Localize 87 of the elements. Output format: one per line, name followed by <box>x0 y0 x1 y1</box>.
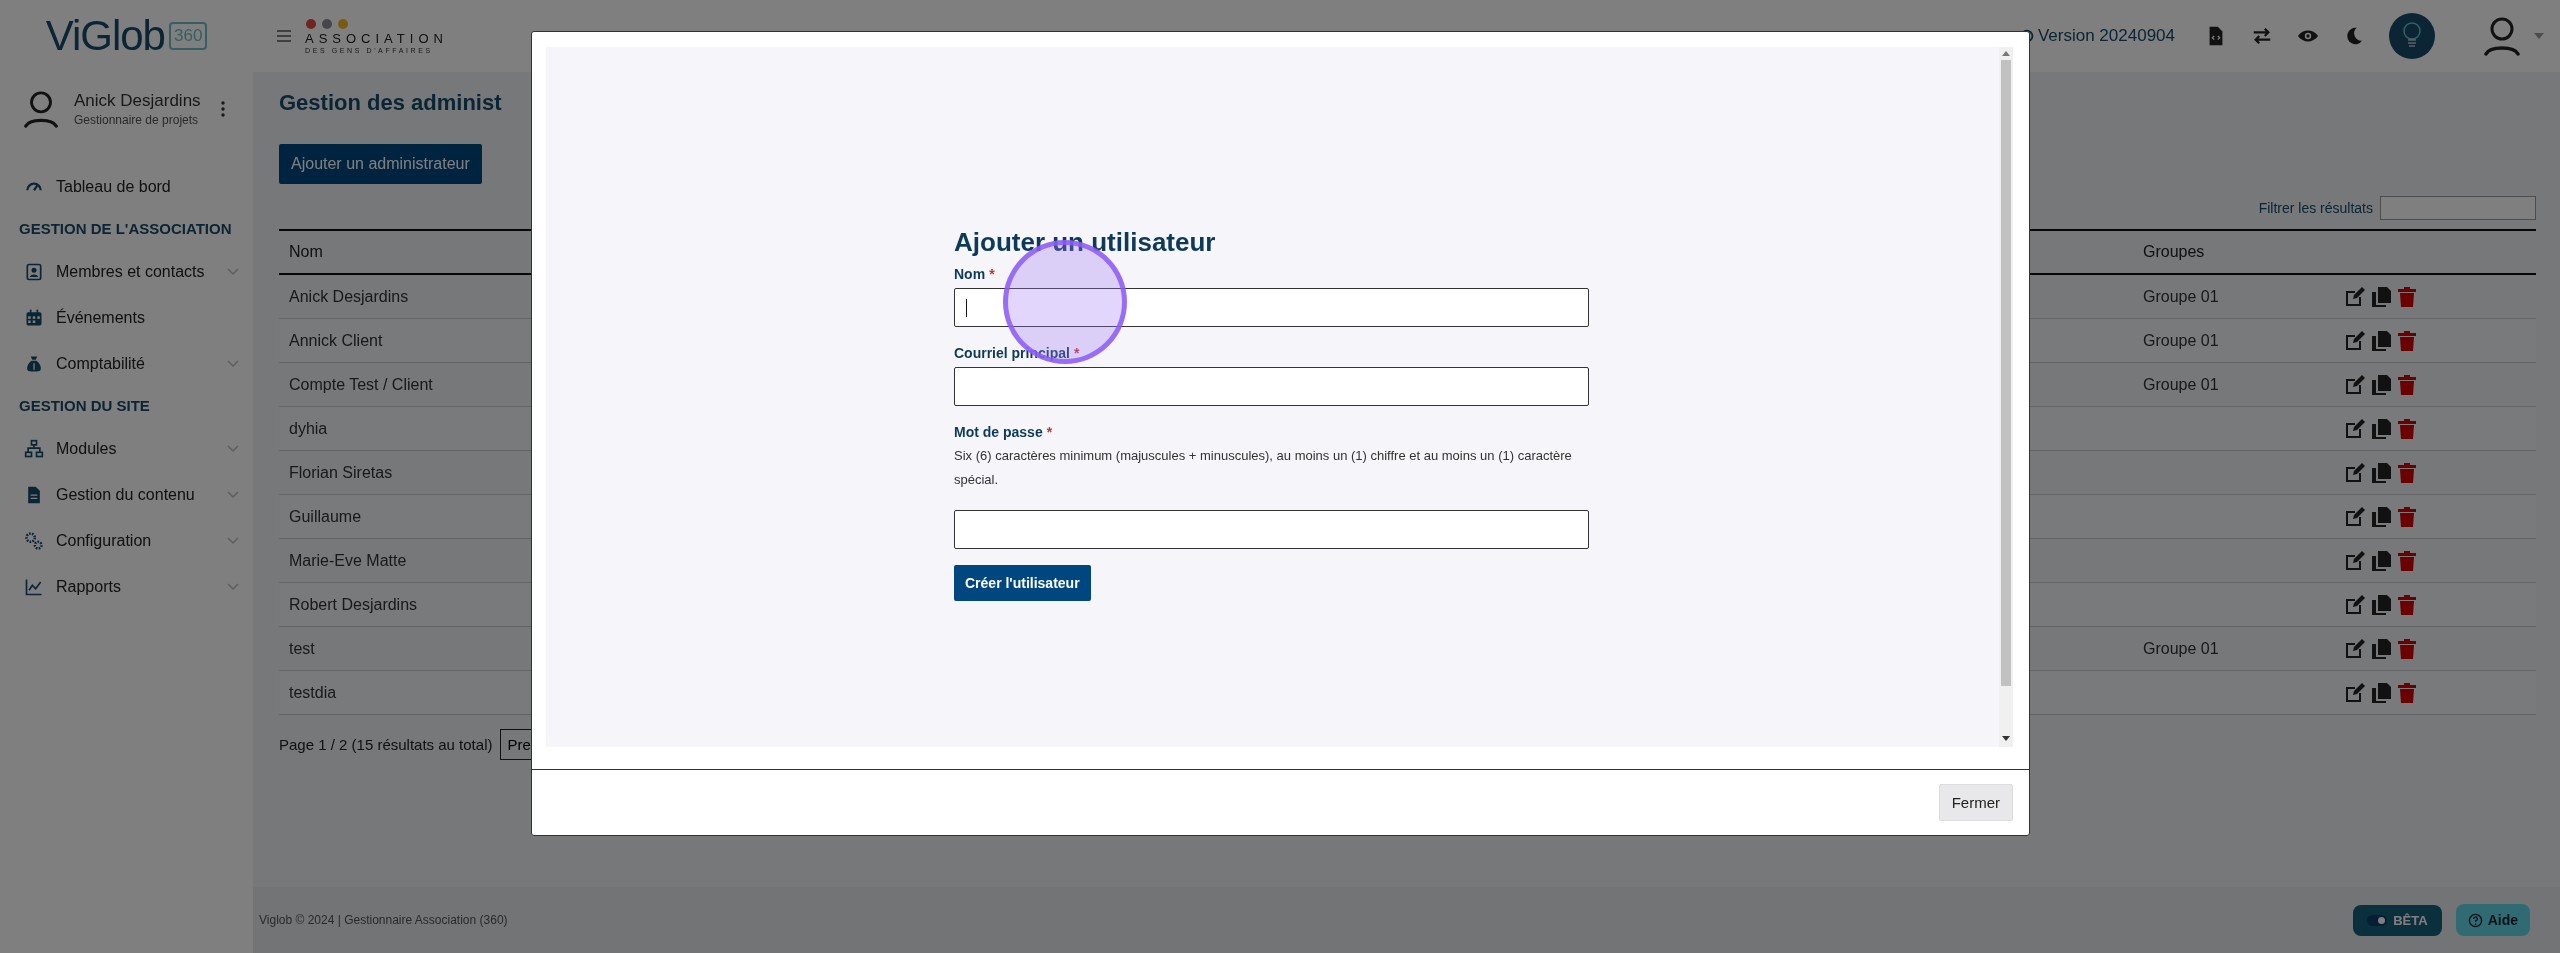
sidebar-item[interactable]: Comptabilité <box>0 341 253 387</box>
copy-icon[interactable] <box>2369 416 2393 441</box>
lightbulb-logo[interactable] <box>2389 13 2435 59</box>
table-cell: Groupe 01 <box>2133 318 2333 363</box>
version-label: Version 20240904 <box>2037 26 2175 46</box>
copy-icon[interactable] <box>2369 592 2393 617</box>
scroll-up-icon <box>2002 51 2010 56</box>
copy-icon[interactable] <box>2369 284 2393 309</box>
trash-icon[interactable] <box>2395 592 2419 617</box>
line-chart-icon <box>24 577 44 597</box>
trash-icon[interactable] <box>2395 504 2419 529</box>
copy-icon[interactable] <box>2369 372 2393 397</box>
contact-card-icon <box>24 262 44 282</box>
edit-icon[interactable] <box>2343 372 2367 397</box>
menu-icon <box>277 29 291 42</box>
scrollbar[interactable] <box>1999 47 2013 747</box>
edit-icon[interactable] <box>2343 460 2367 485</box>
sidebar-item[interactable]: Configuration <box>0 518 253 564</box>
viglob-logo-text: ViGlob <box>45 12 165 60</box>
page-title: Gestion des administ <box>279 90 503 116</box>
user-menu-button[interactable] <box>2482 16 2544 56</box>
user-avatar-icon <box>2482 16 2522 56</box>
trash-icon[interactable] <box>2395 460 2419 485</box>
edit-icon[interactable] <box>2343 636 2367 661</box>
pagination-summary: Page 1 / 2 (15 résultats au total) <box>279 736 493 753</box>
add-administrator-button[interactable]: Ajouter un administrateur <box>279 144 482 184</box>
modal-title: Ajouter un utilisateur <box>954 227 1217 258</box>
sidebar-item[interactable]: Membres et contacts <box>0 249 253 295</box>
edit-icon[interactable] <box>2343 416 2367 441</box>
help-button[interactable]: Aide <box>2455 904 2530 936</box>
user-name: Anick Desjardins <box>74 91 201 111</box>
sidebar-section-heading: GESTION DE L'ASSOCIATION <box>18 219 233 239</box>
close-button[interactable]: Fermer <box>1938 784 2013 821</box>
edit-icon[interactable] <box>2343 328 2367 353</box>
table-cell: Groupe 01 <box>2133 626 2333 671</box>
table-cell: Groupe 01 <box>2133 274 2333 319</box>
table-cell: Groupe 01 <box>2133 362 2333 407</box>
user-role: Gestionnaire de projets <box>74 113 200 127</box>
copyright-text: Viglob © 2024 | Gestionnaire Association (360) <box>259 913 508 927</box>
sidebar-section-heading: GESTION DU SITE <box>18 396 151 416</box>
toggle-switch[interactable] <box>2367 914 2388 926</box>
beta-toggle[interactable]: BÊTA <box>2353 904 2442 936</box>
copy-icon[interactable] <box>2369 460 2393 485</box>
caret-icon <box>2534 33 2544 39</box>
field-label: Mot de passe * <box>954 424 1053 440</box>
edit-icon[interactable] <box>2343 592 2367 617</box>
swap-arrows-icon <box>2251 25 2273 47</box>
sidebar-item[interactable]: Rapports <box>0 564 253 610</box>
copy-icon[interactable] <box>2369 636 2393 661</box>
column-header[interactable]: Groupes <box>2133 230 2333 274</box>
sidebar-item[interactable]: Événements <box>0 295 253 341</box>
input-field[interactable] <box>954 510 1589 549</box>
trash-icon[interactable] <box>2395 680 2419 705</box>
filter-field[interactable] <box>2380 196 2536 220</box>
trash-icon[interactable] <box>2395 284 2419 309</box>
create-user-button[interactable]: Créer l'utilisateur <box>954 565 1091 601</box>
edit-icon[interactable] <box>2343 284 2367 309</box>
trash-icon[interactable] <box>2395 548 2419 573</box>
copy-icon[interactable] <box>2369 680 2393 705</box>
user-avatar-icon <box>22 90 60 128</box>
copy-icon[interactable] <box>2369 328 2393 353</box>
calendar-icon <box>24 308 44 328</box>
help-circle-icon <box>2467 912 2483 928</box>
org-logo-title: ASSOCIATION <box>305 31 448 46</box>
input-field[interactable] <box>954 288 1589 327</box>
gears-icon <box>24 531 44 551</box>
input-field[interactable] <box>954 367 1589 406</box>
edit-icon[interactable] <box>2343 680 2367 705</box>
swap-arrows-button[interactable] <box>2251 25 2273 47</box>
trash-icon[interactable] <box>2395 328 2419 353</box>
copy-icon[interactable] <box>2369 548 2393 573</box>
logo-badge: 360 <box>168 22 208 50</box>
trash-icon[interactable] <box>2395 416 2419 441</box>
sidebar-item[interactable]: Modules <box>0 426 253 472</box>
copy-icon[interactable] <box>2369 504 2393 529</box>
sidebar-item[interactable]: Gestion du contenu <box>0 472 253 518</box>
edit-icon[interactable] <box>2343 548 2367 573</box>
trash-icon[interactable] <box>2395 636 2419 661</box>
edit-icon[interactable] <box>2343 504 2367 529</box>
money-bag-icon <box>24 354 44 374</box>
kebab-icon <box>220 101 225 117</box>
sidebar-item[interactable]: Tableau de bord <box>0 164 253 210</box>
filter-label: Filtrer les résultats <box>2258 200 2373 216</box>
field-label: Courriel principal * <box>954 345 1080 361</box>
scroll-down-icon <box>2002 736 2010 741</box>
sitemap-icon <box>24 439 44 459</box>
trash-icon[interactable] <box>2395 372 2419 397</box>
